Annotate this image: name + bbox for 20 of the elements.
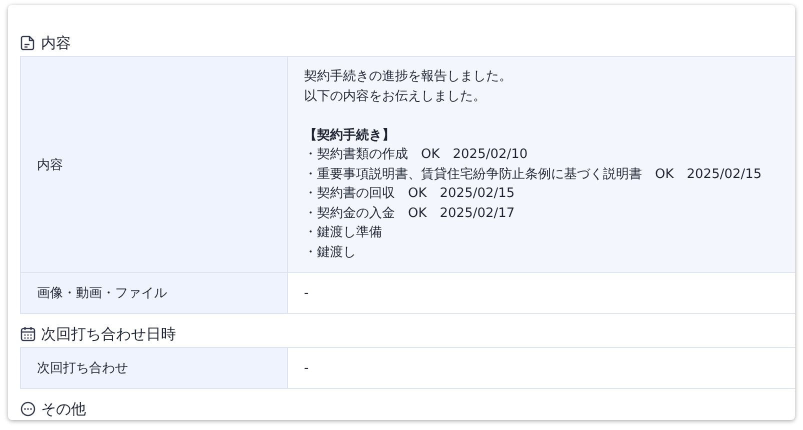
row-value: - [304,360,309,376]
list-item: ・契約金の入金 OK 2025/02/17 [304,204,516,222]
list-heading: 【契約手続き】 [304,126,396,144]
row-value: - [304,286,309,300]
list-item: ・鍵渡し準備 [304,224,383,242]
section-title: 次回打ち合わせ日時 [41,324,176,344]
report-text: 以下の内容をお伝えしました。 [304,88,487,106]
list-item: ・契約書類の作成 OK 2025/02/10 [304,146,529,164]
list-item: ・重要事項説明書、賃貸住宅紛争防止条例に基づく説明書 OK 2025/02/15 [304,166,763,184]
list-item: ・鍵渡し [304,244,357,262]
section-title: 内容 [41,34,71,52]
section-title: その他 [41,400,86,418]
row-label: 画像・動画・ファイル [20,272,288,314]
row-label: 次回打ち合わせ [20,348,288,388]
document-icon [20,35,36,51]
calendar-icon [20,326,36,342]
more-icon [20,401,36,417]
report-text: 契約手続きの進捗を報告しました。 [304,68,513,86]
row-label: 内容 [20,56,288,272]
list-item: ・契約書の回収 OK 2025/02/15 [304,185,516,203]
